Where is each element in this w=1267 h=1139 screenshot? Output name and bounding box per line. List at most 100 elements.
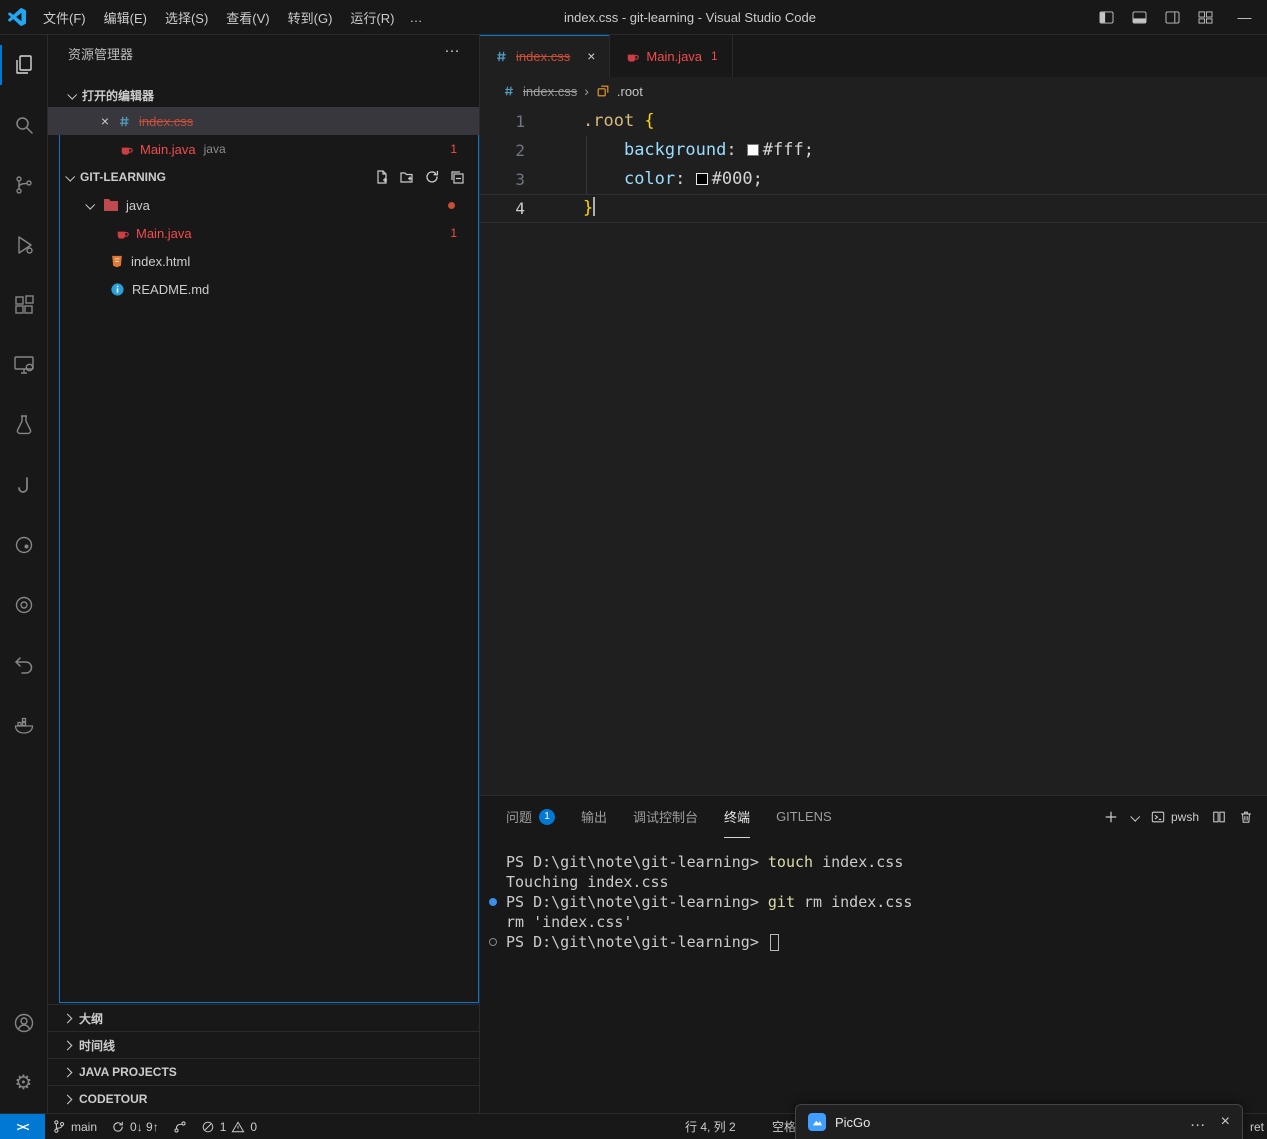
tab-problems[interactable]: 问题 1	[506, 796, 555, 838]
close-editor-icon[interactable]: ×	[96, 113, 114, 129]
tree-item-folder-java[interactable]: java	[48, 191, 479, 219]
cursor-position-indicator[interactable]: 行 4, 列 2	[685, 1114, 736, 1139]
color-swatch-black[interactable]	[696, 173, 708, 185]
source-control-graph-button[interactable]	[166, 1114, 194, 1139]
settings-gear-icon[interactable]: ⚙	[0, 1053, 47, 1113]
codetour-back-arrow-icon[interactable]	[0, 635, 47, 695]
tab-mainjava[interactable]: Main.java 1	[610, 35, 732, 77]
codetour-section-header[interactable]: CODETOUR	[48, 1085, 479, 1112]
accounts-icon[interactable]	[0, 993, 47, 1053]
docker-icon[interactable]	[0, 695, 47, 755]
open-editor-item-indexcss[interactable]: × index.css	[48, 107, 479, 135]
modified-dot-indicator	[448, 202, 455, 209]
project-section-header[interactable]: GIT-LEARNING	[48, 163, 479, 191]
terminal-cursor	[770, 934, 779, 951]
tree-item-mainjava[interactable]: Main.java 1	[48, 219, 479, 247]
notification-more-button[interactable]: …	[1190, 1113, 1207, 1131]
menu-selection[interactable]: 选择(S)	[156, 4, 217, 31]
toggle-panel-button[interactable]	[1123, 0, 1156, 34]
tab-indexcss[interactable]: index.css ×	[480, 35, 610, 77]
explorer-icon[interactable]	[0, 35, 47, 95]
code-editor[interactable]: 1 .root { 2 background: #fff; 3 color: #…	[480, 105, 1267, 795]
breadcrumb-file[interactable]: index.css	[523, 84, 577, 99]
new-folder-button[interactable]	[399, 169, 415, 185]
customize-layout-button[interactable]	[1189, 0, 1222, 34]
code-token: background	[624, 140, 726, 160]
open-editor-item-mainjava[interactable]: Main.java java 1	[48, 135, 479, 163]
line-number: 3	[480, 165, 546, 194]
menu-overflow-button[interactable]: …	[403, 6, 429, 29]
minimize-button[interactable]: —	[1222, 0, 1267, 34]
open-editors-label: 打开的编辑器	[82, 87, 154, 104]
open-editor-label: index.css	[139, 114, 193, 129]
breadcrumb: index.css › .root	[480, 77, 1267, 105]
problems-indicator[interactable]: 1 0	[194, 1114, 264, 1139]
warning-icon	[231, 1120, 245, 1134]
remote-indicator[interactable]: ><	[0, 1114, 45, 1139]
toggle-secondary-sidebar-button[interactable]	[1156, 0, 1189, 34]
new-terminal-button[interactable]	[1104, 810, 1118, 824]
new-file-button[interactable]	[374, 169, 390, 185]
source-control-graph-icon	[173, 1120, 187, 1134]
menu-view[interactable]: 查看(V)	[217, 4, 278, 31]
kill-terminal-trash-button[interactable]	[1239, 810, 1253, 824]
menu-edit[interactable]: 编辑(E)	[95, 4, 156, 31]
terminal-dropdown-chevron[interactable]	[1130, 811, 1140, 821]
search-icon[interactable]	[0, 95, 47, 155]
sync-indicator[interactable]: 0↓ 9↑	[104, 1114, 166, 1139]
source-control-icon[interactable]	[0, 155, 47, 215]
command-success-decoration[interactable]	[489, 898, 497, 906]
java-extension-icon[interactable]	[0, 455, 47, 515]
chevron-right-icon	[63, 1067, 73, 1077]
remote-explorer-icon[interactable]	[0, 335, 47, 395]
tree-item-indexhtml[interactable]: index.html	[48, 247, 479, 275]
menu-run[interactable]: 运行(R)	[341, 4, 403, 31]
tree-item-readme[interactable]: README.md	[48, 275, 479, 303]
tab-debug-console[interactable]: 调试控制台	[633, 796, 698, 838]
collapse-all-button[interactable]	[449, 169, 465, 185]
target-record-icon[interactable]	[0, 575, 47, 635]
tab-label: Main.java	[646, 49, 702, 64]
toggle-primary-sidebar-button[interactable]	[1090, 0, 1123, 34]
indentation-indicator[interactable]: 空格	[772, 1114, 796, 1139]
terminal-prompt: PS D:\git\note\git-learning>	[506, 893, 768, 911]
tree-item-label: README.md	[132, 282, 209, 297]
activity-bar: ⚙	[0, 35, 48, 1113]
statusbar-overflow-item[interactable]: ret	[1250, 1114, 1264, 1139]
close-tab-icon[interactable]: ×	[587, 48, 595, 64]
chevron-down-icon	[67, 89, 77, 99]
tab-gitlens[interactable]: GITLENS	[776, 796, 832, 838]
menubar: 文件(F) 编辑(E) 选择(S) 查看(V) 转到(G) 运行(R) …	[34, 4, 429, 31]
menu-file[interactable]: 文件(F)	[34, 4, 95, 31]
gradle-icon[interactable]	[0, 515, 47, 575]
testing-icon[interactable]	[0, 395, 47, 455]
terminal-instance-pwsh[interactable]: pwsh	[1151, 810, 1199, 824]
picgo-notification-toast: PicGo … ×	[795, 1104, 1243, 1139]
tab-terminal[interactable]: 终端	[724, 796, 750, 838]
tab-output[interactable]: 输出	[581, 796, 607, 838]
terminal-output[interactable]: PS D:\git\note\git-learning> touch index…	[480, 838, 1267, 952]
info-file-icon	[110, 282, 125, 297]
refresh-button[interactable]	[424, 169, 440, 185]
open-editors-header[interactable]: 打开的编辑器	[48, 83, 479, 107]
code-line-3: 3 color: #000;	[480, 165, 1267, 194]
menu-goto[interactable]: 转到(G)	[279, 4, 342, 31]
panel-tab-label: 输出	[581, 807, 607, 826]
css-file-icon	[494, 49, 509, 64]
notification-close-button[interactable]: ×	[1221, 1113, 1230, 1131]
outline-section-header[interactable]: 大纲	[48, 1004, 479, 1031]
branch-indicator[interactable]: main	[45, 1114, 104, 1139]
extensions-icon[interactable]	[0, 275, 47, 335]
cursor-position: 行 4, 列 2	[685, 1118, 736, 1135]
branch-name: main	[71, 1120, 97, 1134]
java-projects-section-header[interactable]: JAVA PROJECTS	[48, 1058, 479, 1085]
notification-title: PicGo	[835, 1115, 870, 1130]
code-line-2: 2 background: #fff;	[480, 136, 1267, 165]
explorer-more-button[interactable]: …	[444, 39, 461, 57]
breadcrumb-symbol[interactable]: .root	[617, 84, 643, 99]
color-swatch-white[interactable]	[747, 144, 759, 156]
problems-count-badge: 1	[450, 142, 457, 156]
timeline-section-header[interactable]: 时间线	[48, 1031, 479, 1058]
run-debug-icon[interactable]	[0, 215, 47, 275]
split-terminal-button[interactable]	[1212, 810, 1226, 824]
